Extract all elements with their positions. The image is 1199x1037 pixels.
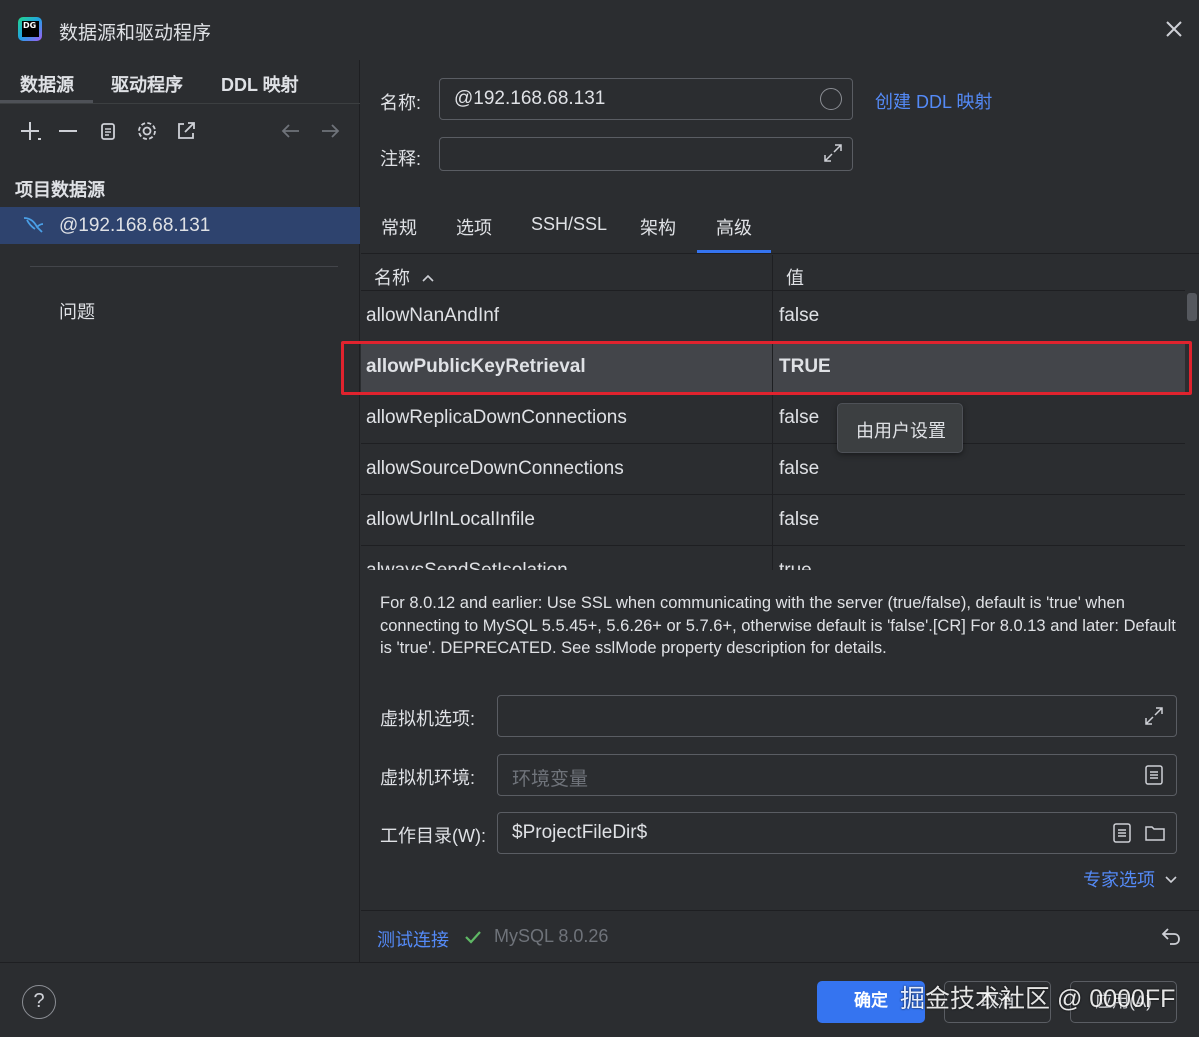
expand-icon[interactable] <box>1143 705 1165 727</box>
settings-gear-icon[interactable] <box>136 120 158 142</box>
vm-options-field[interactable] <box>497 695 1177 737</box>
property-value[interactable]: false <box>779 305 819 327</box>
property-name: allowReplicaDownConnections <box>366 407 627 428</box>
vm-environment-placeholder: 环境变量 <box>512 769 589 790</box>
datasource-label: @192.168.68.131 <box>59 215 211 236</box>
properties-table: 名称 值 allowNanAndInf false allowPublicKey… <box>361 255 1199 570</box>
create-ddl-mapping-link[interactable]: 创建 DDL 映射 <box>875 88 992 114</box>
left-tab-bar: 数据源 驱动程序 DDL 映射 <box>0 60 360 104</box>
folder-icon[interactable] <box>1144 822 1166 844</box>
expert-options-toggle[interactable]: 专家选项 <box>1083 866 1178 892</box>
vm-options-label: 虚拟机选项: <box>380 709 476 729</box>
column-header-name[interactable]: 名称 <box>374 264 435 290</box>
expand-icon[interactable] <box>822 142 844 164</box>
close-icon[interactable] <box>1163 18 1185 40</box>
tab-options[interactable]: 选项 <box>456 214 492 240</box>
tab-ssh-ssl[interactable]: SSH/SSL <box>531 214 607 235</box>
table-scrollbar[interactable] <box>1185 291 1199 570</box>
left-panel: 数据源 驱动程序 DDL 映射 项目数据源 @192.168.68.131 问题 <box>0 60 360 962</box>
export-icon[interactable] <box>175 120 197 142</box>
window-title: 数据源和驱动程序 <box>59 23 212 44</box>
tooltip: 由用户设置 <box>837 403 963 453</box>
revert-icon[interactable] <box>1159 924 1183 948</box>
working-directory-value: $ProjectFileDir$ <box>512 822 648 843</box>
tab-drivers[interactable]: 驱动程序 <box>111 71 183 97</box>
active-tab-indicator <box>0 100 93 103</box>
help-button[interactable]: ? <box>22 985 56 1019</box>
watermark: 掘金技术社区 @ 0000FF <box>900 985 1176 1013</box>
server-version: MySQL 8.0.26 <box>494 926 609 946</box>
property-description: For 8.0.12 and earlier: Use SSL when com… <box>380 594 1176 657</box>
divider <box>361 910 1199 911</box>
table-header: 名称 值 <box>361 255 1185 291</box>
name-label: 名称: <box>380 93 422 113</box>
property-value[interactable]: false <box>779 407 819 429</box>
tab-general[interactable]: 常规 <box>381 214 417 240</box>
tab-schemas[interactable]: 架构 <box>640 214 676 240</box>
tab-datasources[interactable]: 数据源 <box>20 71 74 97</box>
property-name: allowUrlInLocalInfile <box>366 509 535 530</box>
table-row[interactable]: allowSourceDownConnections false <box>361 444 1185 495</box>
active-tab-indicator <box>697 250 771 253</box>
divider <box>30 266 338 267</box>
remove-icon[interactable] <box>57 120 79 142</box>
chevron-down-icon <box>1165 876 1177 884</box>
table-row[interactable]: allowReplicaDownConnections false <box>361 393 1185 444</box>
color-circle-icon[interactable] <box>820 88 842 110</box>
edit-list-icon[interactable] <box>1143 764 1165 786</box>
scroll-thumb[interactable] <box>1187 293 1197 321</box>
name-value: @192.168.68.131 <box>454 88 606 109</box>
annotation-highlight-box <box>341 341 1192 395</box>
tab-ddl-mappings[interactable]: DDL 映射 <box>221 71 299 97</box>
table-row[interactable]: allowUrlInLocalInfile false <box>361 495 1185 546</box>
vm-environment-field[interactable]: 环境变量 <box>497 754 1177 796</box>
working-directory-field[interactable]: $ProjectFileDir$ <box>497 812 1177 854</box>
back-arrow-icon[interactable] <box>280 120 302 142</box>
property-value[interactable]: true <box>779 560 812 570</box>
problems-item[interactable]: 问题 <box>59 298 95 324</box>
dialog-footer: ? 确定 取消 应用(A) 掘金技术社区 @ 0000FF <box>0 962 1199 1037</box>
name-field[interactable]: @192.168.68.131 <box>439 78 853 120</box>
column-header-value[interactable]: 值 <box>786 264 804 290</box>
comment-field[interactable] <box>439 137 853 171</box>
property-name: allowNanAndInf <box>366 305 500 326</box>
datasource-toolbar <box>0 110 360 152</box>
edit-list-icon[interactable] <box>1111 822 1133 844</box>
column-divider <box>772 255 773 570</box>
comment-label: 注释: <box>380 149 422 169</box>
title-bar: 数据源和驱动程序 <box>0 0 1199 60</box>
table-row[interactable]: alwaysSendSetIsolation true <box>361 546 1185 570</box>
working-directory-label: 工作目录(W): <box>380 826 486 846</box>
check-icon <box>465 931 481 944</box>
settings-tab-bar: 常规 选项 SSH/SSL 架构 高级 <box>361 200 1199 254</box>
right-panel: 名称: @192.168.68.131 创建 DDL 映射 注释: 常规 选项 … <box>341 60 1199 962</box>
mysql-dolphin-icon <box>23 217 44 233</box>
tab-advanced[interactable]: 高级 <box>716 214 752 240</box>
duplicate-icon[interactable] <box>97 120 119 142</box>
project-datasources-heading: 项目数据源 <box>15 180 105 200</box>
sort-ascending-icon <box>422 274 434 282</box>
property-value[interactable]: false <box>779 509 819 531</box>
property-value[interactable]: false <box>779 458 819 480</box>
tooltip-text: 由用户设置 <box>856 421 946 441</box>
forward-arrow-icon[interactable] <box>319 120 341 142</box>
test-connection-link[interactable]: 测试连接 <box>377 926 449 952</box>
property-name: allowSourceDownConnections <box>366 458 624 479</box>
vm-environment-label: 虚拟机环境: <box>380 768 476 788</box>
add-icon[interactable] <box>19 120 41 142</box>
property-name: alwaysSendSetIsolation <box>366 560 568 570</box>
datagrip-logo-icon <box>18 17 42 41</box>
table-row[interactable]: allowNanAndInf false <box>361 291 1185 342</box>
datasource-item[interactable]: @192.168.68.131 <box>0 207 360 244</box>
